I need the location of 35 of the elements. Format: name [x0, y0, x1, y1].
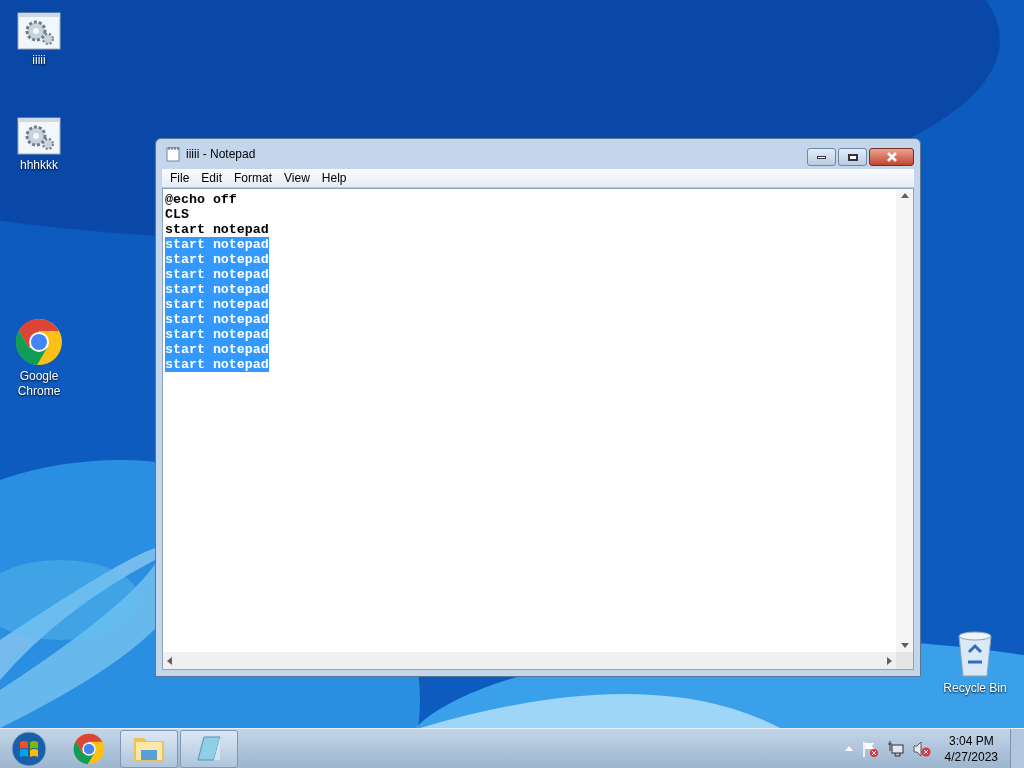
gears-icon: [17, 12, 61, 50]
menu-item[interactable]: Edit: [195, 169, 229, 187]
horizontal-scrollbar[interactable]: [163, 652, 896, 669]
notepad-icon: [166, 146, 180, 162]
minimize-button[interactable]: [807, 148, 836, 166]
maximize-button[interactable]: [838, 148, 867, 166]
menu-item[interactable]: Format: [228, 169, 279, 187]
clock-time[interactable]: 3:04 PM: [948, 732, 994, 749]
text-line: @echo off: [165, 192, 237, 207]
scroll-right-arrow-icon[interactable]: [887, 656, 892, 665]
flag-icon[interactable]: [860, 739, 879, 758]
desktop-icon-label[interactable]: hhhkkk: [18, 158, 60, 173]
scroll-up-arrow-icon[interactable]: [900, 193, 909, 198]
start-button[interactable]: [10, 729, 48, 768]
desktop-icon-label[interactable]: iiiii: [30, 53, 48, 68]
menu-item[interactable]: View: [278, 169, 316, 187]
menu-item[interactable]: File: [164, 169, 196, 187]
desktop-icon-label[interactable]: Google Chrome: [0, 369, 80, 399]
chrome-icon[interactable]: [73, 732, 105, 765]
size-grip[interactable]: [896, 652, 913, 669]
vertical-scrollbar[interactable]: [896, 189, 913, 652]
text-line: CLS: [165, 207, 189, 222]
recycle-bin-icon: [956, 630, 994, 678]
menu-item[interactable]: Help: [315, 169, 353, 187]
close-button[interactable]: [869, 148, 914, 166]
window-title: iiiii - Notepad: [186, 146, 256, 163]
chrome-icon: [15, 318, 63, 366]
network-icon[interactable]: [886, 739, 905, 758]
gears-icon: [17, 117, 61, 155]
muted-speaker-icon[interactable]: [912, 739, 931, 758]
text-line: start notepad: [165, 222, 269, 237]
scroll-down-arrow-icon[interactable]: [900, 643, 909, 648]
close-icon: [885, 152, 898, 162]
clock-date[interactable]: 4/27/2023: [944, 748, 998, 765]
scroll-left-arrow-icon[interactable]: [167, 656, 172, 665]
